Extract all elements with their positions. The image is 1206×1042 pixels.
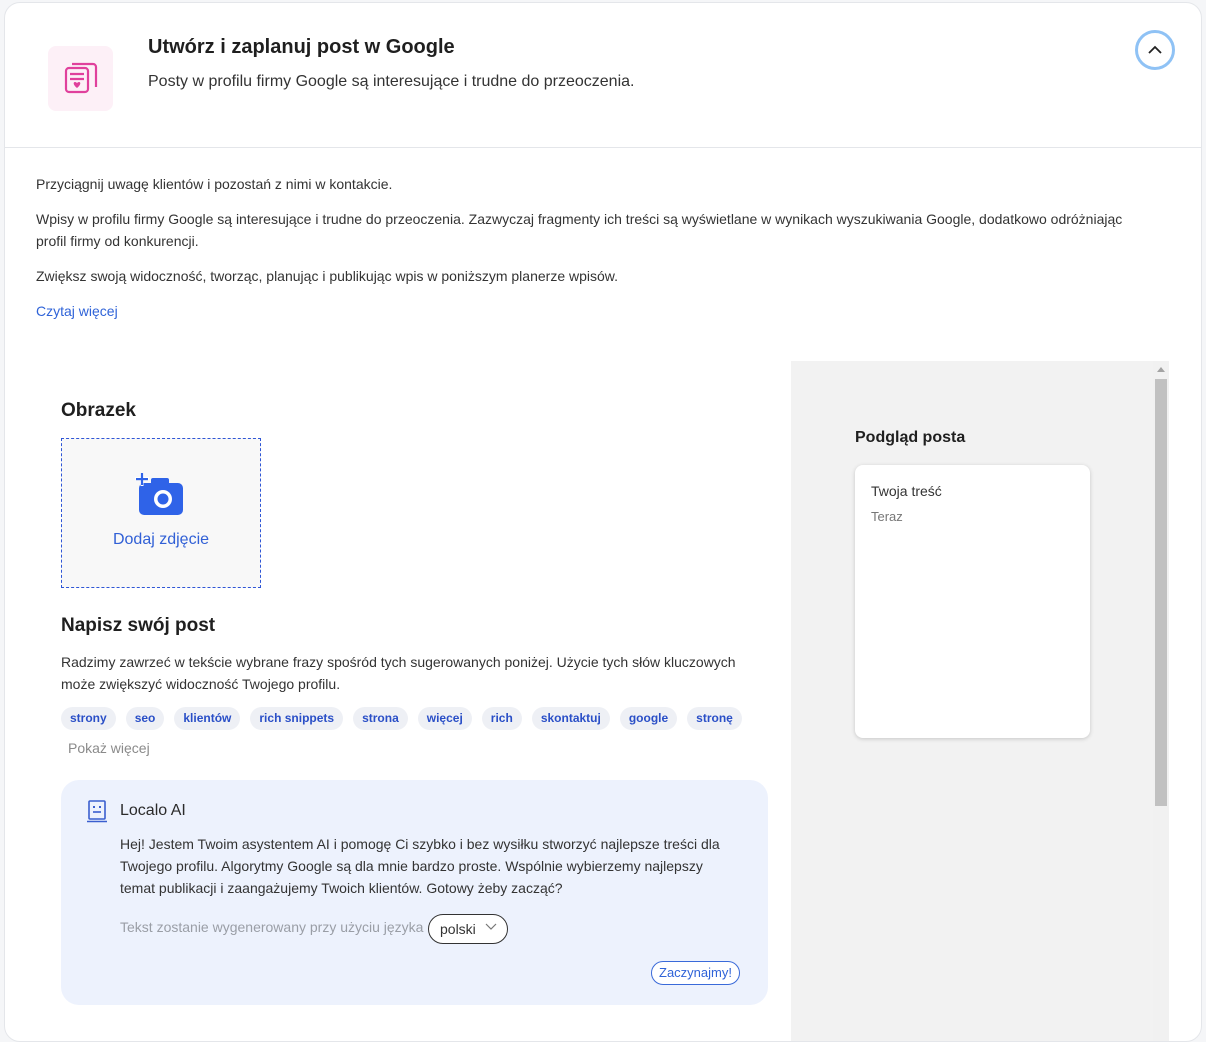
preview-card: Twoja treść Teraz [855,465,1090,738]
keyword-tag[interactable]: więcej [417,707,472,730]
ai-title: Localo AI [120,802,186,819]
keyword-tag[interactable]: klientów [174,707,241,730]
add-photo-button[interactable]: Dodaj zdjęcie [61,438,261,588]
keyword-tags: strony seo klientów rich snippets strona… [61,707,761,730]
posts-icon [48,46,113,111]
preview-content: Twoja treść [871,483,942,499]
intro-paragraph-3: Zwiększ swoją widoczność, tworząc, planu… [36,268,619,284]
language-select[interactable]: polski [428,914,508,944]
robot-icon [87,800,107,823]
keyword-tag[interactable]: strona [353,707,408,730]
preview-title: Podgląd posta [855,429,966,446]
card-header: Utwórz i zaplanuj post w Google Posty w … [5,3,1201,148]
add-photo-label: Dodaj zdjęcie [112,531,210,548]
show-more-link[interactable]: Pokaż więcej [68,740,150,756]
ai-message: Hej! Jestem Twoim asystentem AI i pomogę… [120,836,720,896]
keyword-tag[interactable]: seo [125,707,165,730]
ai-assistant-panel: Localo AI Hej! Jestem Twoim asystentem A… [61,780,768,1005]
page-title: Utwórz i zaplanuj post w Google [148,36,455,58]
page-subtitle: Posty w profilu firmy Google są interesu… [148,73,635,90]
scroll-up-arrow-icon[interactable] [1157,367,1165,372]
keyword-tag[interactable]: rich snippets [250,707,344,730]
image-section-title: Obrazek [61,400,136,421]
keyword-tag[interactable]: stronę [687,707,742,730]
keyword-tag[interactable]: google [619,707,678,730]
scroll-thumb[interactable] [1155,379,1167,806]
keyword-tag[interactable]: skontaktuj [531,707,610,730]
chevron-up-icon [1148,45,1162,54]
keyword-tag[interactable]: rich [481,707,522,730]
keyword-tag[interactable]: strony [61,707,116,730]
collapse-button[interactable] [1135,30,1175,70]
chevron-down-icon [485,923,497,930]
preview-time: Teraz [871,509,903,524]
start-button[interactable]: Zaczynajmy! [651,961,740,985]
intro-text: Przyciągnij uwagę klientów i pozostań z … [36,173,1156,322]
write-description: Radzimy zawrzeć w tekście wybrane frazy … [61,654,736,692]
post-creator-card: Utwórz i zaplanuj post w Google Posty w … [4,2,1202,1042]
post-preview-panel: Podgląd posta Twoja treść Teraz [791,361,1169,1041]
preview-scrollbar[interactable] [1153,361,1169,1041]
intro-paragraph-1: Przyciągnij uwagę klientów i pozostań z … [36,176,393,192]
read-more-link[interactable]: Czytaj więcej [36,303,118,319]
language-value: polski [440,921,476,937]
language-label: Tekst zostanie wygenerowany przy użyciu … [120,919,424,935]
intro-paragraph-2: Wpisy w profilu firmy Google są interesu… [36,211,1123,249]
write-section-title: Napisz swój post [61,615,216,636]
add-camera-icon [135,473,183,515]
